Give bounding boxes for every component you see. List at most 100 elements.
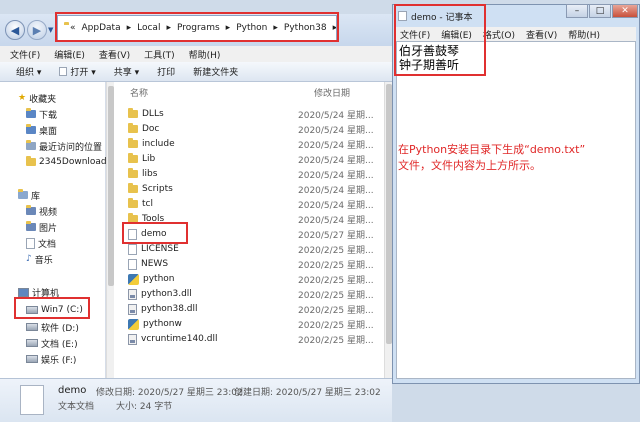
nav-item-documents[interactable]: 文档 bbox=[26, 236, 56, 250]
file-name: DLLs bbox=[142, 109, 164, 119]
desktop-icon bbox=[26, 124, 36, 134]
file-row[interactable]: python38.dll 2020/2/25 星期... bbox=[128, 302, 384, 316]
file-name-cell: python38.dll bbox=[128, 303, 298, 315]
file-row[interactable]: NEWS 2020/2/25 星期... bbox=[128, 257, 384, 271]
file-name-cell: python bbox=[128, 273, 298, 285]
file-row[interactable]: pythonw 2020/2/25 星期... bbox=[128, 317, 384, 331]
explorer-menu-bar: 文件(F) 编辑(E) 查看(V) 工具(T) 帮助(H) bbox=[0, 46, 392, 62]
nav-item-recent[interactable]: 最近访问的位置 bbox=[26, 139, 102, 153]
file-row[interactable]: vcruntime140.dll 2020/2/25 星期... bbox=[128, 332, 384, 346]
organize-button[interactable]: 组织 ▾ bbox=[16, 65, 41, 78]
forward-arrow-icon[interactable]: ▶ bbox=[27, 20, 47, 40]
highlight-box-drive-c bbox=[14, 297, 90, 319]
details-file-name: demo bbox=[58, 385, 87, 396]
file-name-cell: DLLs bbox=[128, 108, 298, 119]
nav-item-2345downloads[interactable]: 2345Downloads bbox=[26, 155, 111, 169]
share-button[interactable]: 共享 ▾ bbox=[114, 65, 139, 78]
file-row[interactable]: tcl 2020/5/24 星期... bbox=[128, 197, 384, 211]
notepad-menu-view[interactable]: 查看(V) bbox=[526, 28, 557, 41]
video-icon bbox=[26, 205, 36, 215]
file-date: 2020/2/25 星期... bbox=[298, 260, 374, 271]
menu-edit[interactable]: 编辑(E) bbox=[54, 48, 85, 61]
file-name: tcl bbox=[142, 199, 153, 209]
file-date: 2020/5/24 星期... bbox=[298, 200, 374, 211]
print-button[interactable]: 打印 bbox=[157, 65, 175, 78]
file-row[interactable]: python3.dll 2020/2/25 星期... bbox=[128, 287, 384, 301]
drive-icon bbox=[26, 339, 38, 347]
file-row[interactable]: Lib 2020/5/24 星期... bbox=[128, 152, 384, 166]
details-file-type: 文本文档 bbox=[58, 402, 95, 412]
file-date: 2020/2/25 星期... bbox=[298, 305, 374, 316]
file-name-cell: python3.dll bbox=[128, 288, 298, 300]
nav-drive-label: 文档 (E:) bbox=[41, 339, 78, 350]
nav-item-label: 文档 bbox=[38, 239, 57, 250]
python-icon bbox=[128, 273, 139, 285]
file-name-cell: pythonw bbox=[128, 318, 298, 330]
file-date: 2020/5/24 星期... bbox=[298, 215, 374, 226]
folder-icon bbox=[128, 198, 138, 208]
notepad-menu-format[interactable]: 格式(O) bbox=[483, 28, 515, 41]
nav-item-pictures[interactable]: 图片 bbox=[26, 220, 57, 234]
file-list-scrollbar[interactable] bbox=[384, 82, 392, 378]
minimize-button[interactable]: – bbox=[566, 4, 588, 18]
nav-library[interactable]: 库 bbox=[18, 188, 40, 202]
file-name: python bbox=[143, 274, 175, 284]
music-note-icon: ♪ bbox=[26, 254, 32, 264]
new-folder-button[interactable]: 新建文件夹 bbox=[193, 65, 238, 78]
file-row[interactable]: LICENSE 2020/2/25 星期... bbox=[128, 242, 384, 256]
nav-item-videos[interactable]: 视频 bbox=[26, 204, 57, 218]
column-name[interactable]: 名称 bbox=[130, 86, 148, 99]
column-date[interactable]: 修改日期 bbox=[314, 86, 350, 99]
file-name: Doc bbox=[142, 124, 160, 134]
file-name: include bbox=[142, 139, 175, 149]
back-arrow-icon[interactable]: ◀ bbox=[5, 20, 25, 40]
file-row[interactable]: libs 2020/5/24 星期... bbox=[128, 167, 384, 181]
nav-item-desktop[interactable]: 桌面 bbox=[26, 123, 57, 137]
nav-drive-f[interactable]: 娱乐 (F:) bbox=[26, 352, 76, 366]
text-file-large-icon bbox=[20, 385, 44, 415]
menu-tools[interactable]: 工具(T) bbox=[144, 48, 175, 61]
notepad-text-area[interactable]: 伯牙善鼓琴 钟子期善听 bbox=[396, 41, 636, 379]
column-header: 名称 修改日期 bbox=[114, 84, 384, 100]
nav-drive-d[interactable]: 软件 (D:) bbox=[26, 320, 79, 334]
nav-drive-e[interactable]: 文档 (E:) bbox=[26, 336, 78, 350]
downloads-folder-icon bbox=[26, 108, 36, 118]
file-row[interactable]: python 2020/2/25 星期... bbox=[128, 272, 384, 286]
nav-item-music[interactable]: ♪ 音乐 bbox=[26, 252, 53, 266]
drive-icon bbox=[26, 323, 38, 331]
nav-drive-label: 软件 (D:) bbox=[41, 323, 79, 334]
file-row[interactable]: Scripts 2020/5/24 星期... bbox=[128, 182, 384, 196]
file-row[interactable]: Doc 2020/5/24 星期... bbox=[128, 122, 384, 136]
details-size: 大小: 24 字节 bbox=[116, 402, 173, 412]
file-name-cell: LICENSE bbox=[128, 243, 298, 255]
file-date: 2020/5/24 星期... bbox=[298, 140, 374, 151]
file-row[interactable]: DLLs 2020/5/24 星期... bbox=[128, 107, 384, 121]
file-name: Scripts bbox=[142, 184, 173, 194]
maximize-button[interactable]: □ bbox=[589, 4, 611, 18]
menu-file[interactable]: 文件(F) bbox=[10, 48, 40, 61]
notepad-menu-help[interactable]: 帮助(H) bbox=[568, 28, 600, 41]
open-button[interactable]: 打开 ▾ bbox=[59, 65, 96, 78]
drive-icon bbox=[26, 355, 38, 363]
nav-item-downloads[interactable]: 下载 bbox=[26, 107, 57, 121]
file-name-cell: vcruntime140.dll bbox=[128, 333, 298, 345]
file-name-cell: Scripts bbox=[128, 183, 298, 194]
details-pane: demo 文本文档 修改日期: 2020/5/27 星期三 23:02 创建日期… bbox=[0, 378, 392, 422]
nav-favorites[interactable]: ★ 收藏夹 bbox=[18, 91, 56, 105]
folder-icon bbox=[128, 138, 138, 148]
recent-pages-chevron-icon[interactable]: ▼ bbox=[48, 26, 53, 34]
file-row[interactable]: include 2020/5/24 星期... bbox=[128, 137, 384, 151]
menu-help[interactable]: 帮助(H) bbox=[189, 48, 221, 61]
details-modified: 修改日期: 2020/5/27 星期三 23:02 bbox=[96, 388, 243, 398]
annotation-line: 文件，文件内容为上方所示。 bbox=[398, 159, 541, 172]
recent-places-icon bbox=[26, 140, 36, 150]
menu-view[interactable]: 查看(V) bbox=[99, 48, 130, 61]
nav-item-label: 图片 bbox=[39, 223, 58, 234]
nav-item-label: 桌面 bbox=[39, 126, 58, 137]
close-button[interactable]: ✕ bbox=[612, 4, 638, 18]
file-date: 2020/2/25 星期... bbox=[298, 245, 374, 256]
file-name: NEWS bbox=[141, 259, 169, 269]
text-file-icon bbox=[128, 243, 137, 255]
nav-scrollbar[interactable] bbox=[106, 82, 114, 378]
folder-icon bbox=[128, 183, 138, 193]
